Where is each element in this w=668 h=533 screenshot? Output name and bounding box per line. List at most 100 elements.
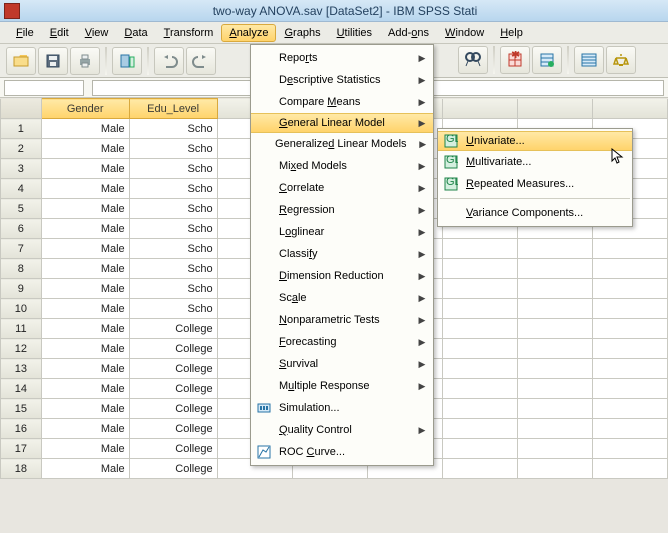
corner-cell[interactable] xyxy=(1,99,42,119)
analyze-item[interactable]: Dimension Reduction▶ xyxy=(251,265,433,287)
cell-empty[interactable] xyxy=(517,259,592,279)
cell-empty[interactable] xyxy=(592,359,667,379)
menu-analyze[interactable]: Analyze xyxy=(221,24,276,42)
cell-empty[interactable] xyxy=(592,239,667,259)
save-button[interactable] xyxy=(38,47,68,75)
analyze-item[interactable]: Quality Control▶ xyxy=(251,419,433,441)
row-header[interactable]: 10 xyxy=(1,299,42,319)
menu-utilities[interactable]: Utilities xyxy=(329,24,380,42)
menu-data[interactable]: Data xyxy=(116,24,155,42)
cell-empty[interactable] xyxy=(517,239,592,259)
cell-gender[interactable]: Male xyxy=(41,119,129,139)
open-button[interactable] xyxy=(6,47,36,75)
cell-gender[interactable]: Male xyxy=(41,379,129,399)
row-header[interactable]: 15 xyxy=(1,399,42,419)
glm-submenu[interactable]: GLMUnivariate...GLMMultivariate...GLMRep… xyxy=(437,128,633,227)
col-header[interactable]: Gender xyxy=(41,99,129,119)
menu-add-ons[interactable]: Add-ons xyxy=(380,24,437,42)
cell-empty[interactable] xyxy=(592,459,667,479)
cell-empty[interactable] xyxy=(517,339,592,359)
redo-button[interactable] xyxy=(186,47,216,75)
cell-empty[interactable] xyxy=(442,459,517,479)
row-header[interactable]: 11 xyxy=(1,319,42,339)
split-file-button[interactable] xyxy=(574,46,604,74)
menu-file[interactable]: File xyxy=(8,24,42,42)
analyze-item[interactable]: Correlate▶ xyxy=(251,177,433,199)
cell-gender[interactable]: Male xyxy=(41,319,129,339)
analyze-item[interactable]: Nonparametric Tests▶ xyxy=(251,309,433,331)
cell-edu[interactable]: College xyxy=(129,339,217,359)
cell-empty[interactable] xyxy=(592,419,667,439)
glm-item[interactable]: Variance Components... xyxy=(438,202,632,224)
cell-gender[interactable]: Male xyxy=(41,179,129,199)
cell-empty[interactable] xyxy=(442,239,517,259)
row-header[interactable]: 1 xyxy=(1,119,42,139)
analyze-item[interactable]: Mixed Models▶ xyxy=(251,155,433,177)
row-header[interactable]: 13 xyxy=(1,359,42,379)
analyze-item[interactable]: Multiple Response▶ xyxy=(251,375,433,397)
cell-gender[interactable]: Male xyxy=(41,439,129,459)
cell-empty[interactable] xyxy=(442,299,517,319)
cell-edu[interactable]: Scho xyxy=(129,159,217,179)
cell-gender[interactable]: Male xyxy=(41,359,129,379)
row-header[interactable]: 12 xyxy=(1,339,42,359)
insert-variable-button[interactable]: ✱ xyxy=(500,46,530,74)
glm-item[interactable]: GLMRepeated Measures... xyxy=(438,173,632,195)
cell-empty[interactable] xyxy=(517,279,592,299)
cell-gender[interactable]: Male xyxy=(41,399,129,419)
insert-case-button[interactable] xyxy=(532,46,562,74)
analyze-item[interactable]: Regression▶ xyxy=(251,199,433,221)
analyze-item[interactable]: General Linear Model▶ xyxy=(251,113,433,133)
cell-empty[interactable] xyxy=(442,259,517,279)
recall-dialog-button[interactable] xyxy=(112,47,142,75)
cell-empty[interactable] xyxy=(517,459,592,479)
cell-empty[interactable] xyxy=(592,279,667,299)
cell-empty[interactable] xyxy=(592,259,667,279)
cell-gender[interactable]: Male xyxy=(41,219,129,239)
cell-edu[interactable]: Scho xyxy=(129,219,217,239)
cell-empty[interactable] xyxy=(442,379,517,399)
weight-cases-button[interactable] xyxy=(606,46,636,74)
row-header[interactable]: 5 xyxy=(1,199,42,219)
cell-empty[interactable] xyxy=(442,319,517,339)
cell-empty[interactable] xyxy=(517,299,592,319)
col-header-empty[interactable] xyxy=(592,99,667,119)
row-header[interactable]: 17 xyxy=(1,439,42,459)
cell-edu[interactable]: Scho xyxy=(129,119,217,139)
cell-edu[interactable]: Scho xyxy=(129,239,217,259)
cell-ref[interactable] xyxy=(4,80,84,96)
cell-gender[interactable]: Male xyxy=(41,279,129,299)
analyze-item[interactable]: Simulation... xyxy=(251,397,433,419)
analyze-item[interactable]: Compare Means▶ xyxy=(251,91,433,113)
cell-empty[interactable] xyxy=(442,399,517,419)
cell-gender[interactable]: Male xyxy=(41,339,129,359)
analyze-item[interactable]: ROC Curve... xyxy=(251,441,433,463)
analyze-item[interactable]: Scale▶ xyxy=(251,287,433,309)
cell-gender[interactable]: Male xyxy=(41,299,129,319)
analyze-item[interactable]: Forecasting▶ xyxy=(251,331,433,353)
analyze-item[interactable]: Survival▶ xyxy=(251,353,433,375)
cell-empty[interactable] xyxy=(592,379,667,399)
analyze-item[interactable]: Descriptive Statistics▶ xyxy=(251,69,433,91)
cell-empty[interactable] xyxy=(592,339,667,359)
row-header[interactable]: 4 xyxy=(1,179,42,199)
undo-button[interactable] xyxy=(154,47,184,75)
glm-item[interactable]: GLMUnivariate... xyxy=(438,131,632,151)
cell-edu[interactable]: College xyxy=(129,419,217,439)
cell-gender[interactable]: Male xyxy=(41,239,129,259)
row-header[interactable]: 2 xyxy=(1,139,42,159)
cell-edu[interactable]: Scho xyxy=(129,299,217,319)
menu-edit[interactable]: Edit xyxy=(42,24,77,42)
col-header-empty[interactable] xyxy=(517,99,592,119)
row-header[interactable]: 18 xyxy=(1,459,42,479)
cell-empty[interactable] xyxy=(517,359,592,379)
cell-gender[interactable]: Male xyxy=(41,199,129,219)
menu-graphs[interactable]: Graphs xyxy=(276,24,328,42)
cell-gender[interactable]: Male xyxy=(41,459,129,479)
cell-empty[interactable] xyxy=(517,399,592,419)
cell-empty[interactable] xyxy=(592,399,667,419)
cell-edu[interactable]: Scho xyxy=(129,179,217,199)
cell-empty[interactable] xyxy=(517,379,592,399)
cell-edu[interactable]: Scho xyxy=(129,259,217,279)
cell-gender[interactable]: Male xyxy=(41,139,129,159)
